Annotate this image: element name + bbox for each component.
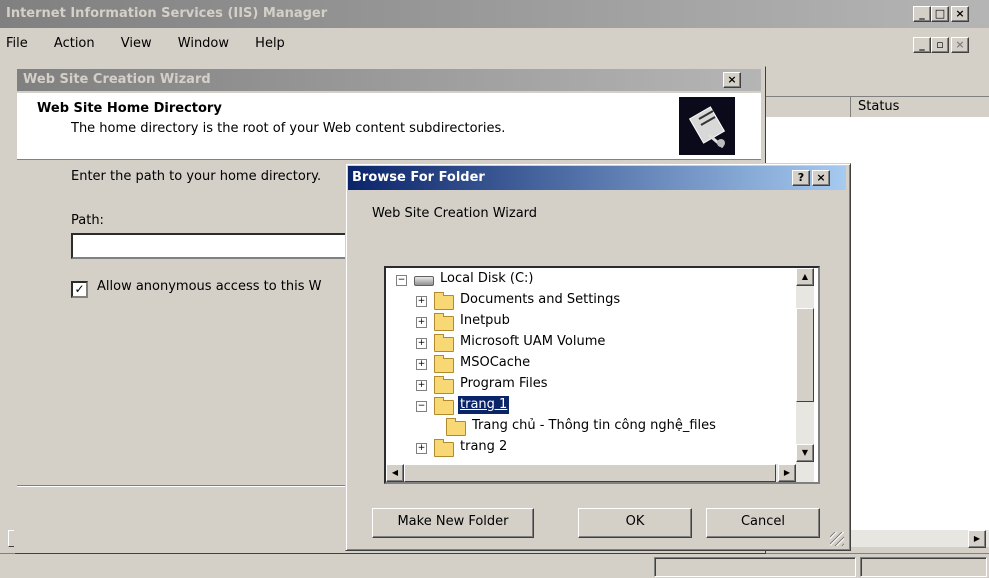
tree-scroll-thumb[interactable] [796, 308, 814, 402]
iis-left-icon-fragment [0, 62, 10, 76]
menu-help[interactable]: Help [255, 36, 285, 51]
menu-action[interactable]: Action [54, 36, 95, 51]
folder-icon [434, 292, 454, 310]
collapse-icon[interactable]: − [416, 401, 427, 412]
tree-item[interactable]: − Local Disk (C:) [386, 270, 796, 290]
tree-scroll-up-arrow[interactable]: ▲ [796, 268, 814, 286]
tree-item-label: Inetpub [460, 313, 510, 328]
cancel-button[interactable]: Cancel [706, 508, 820, 538]
tree-scroll-right-arrow[interactable]: ▶ [778, 464, 796, 482]
tree-item-label: Trang chủ - Thông tin công nghệ_files [472, 418, 716, 433]
path-input[interactable] [71, 233, 365, 259]
iis-minimize-button[interactable]: _ [913, 6, 931, 22]
tree-vscrollbar[interactable]: ▲ ▼ [796, 268, 814, 464]
folder-icon [434, 334, 454, 352]
browse-title-bar: Browse For Folder ? × [348, 166, 846, 190]
resize-grip[interactable] [830, 532, 844, 546]
ok-button[interactable]: OK [578, 508, 692, 538]
collapse-icon[interactable]: − [396, 275, 407, 286]
tree-item-label: Program Files [460, 376, 548, 391]
iis-title-bar: Internet Information Services (IIS) Mana… [0, 0, 989, 28]
tree-hscroll-thumb[interactable] [404, 464, 776, 482]
menu-window[interactable]: Window [178, 36, 229, 51]
wizard-title-bar: Web Site Creation Wizard × [17, 69, 761, 91]
expand-icon[interactable]: + [416, 380, 427, 391]
iis-close-button[interactable]: × [951, 6, 969, 22]
wizard-subheading: The home directory is the root of your W… [71, 121, 506, 136]
drive-icon [414, 276, 434, 286]
path-label: Path: [71, 213, 104, 228]
folder-open-icon [434, 397, 454, 415]
browse-help-button[interactable]: ? [792, 170, 810, 186]
expand-icon[interactable]: + [416, 296, 427, 307]
tree-item-label: trang 1 [456, 395, 511, 415]
iis-list-header: Status [762, 96, 989, 118]
folder-icon [434, 313, 454, 331]
wizard-close-button[interactable]: × [723, 72, 741, 88]
folder-tree[interactable]: − Local Disk (C:) + Documents and Settings +… [384, 266, 820, 484]
tree-item[interactable]: − trang 1 [386, 395, 796, 416]
folder-icon [446, 418, 466, 436]
tree-item-label: trang 2 [460, 439, 508, 454]
folder-icon [434, 376, 454, 394]
anonymous-access-checkbox[interactable]: ✓ [71, 281, 88, 298]
iis-title: Internet Information Services (IIS) Mana… [6, 6, 328, 21]
scroll-right-arrow[interactable]: ▶ [968, 530, 986, 548]
expand-icon[interactable]: + [416, 443, 427, 454]
tree-item[interactable]: + trang 2 [386, 438, 796, 458]
status-column-header[interactable]: Status [858, 99, 899, 114]
anonymous-access-label: Allow anonymous access to this W [97, 279, 322, 294]
tree-item[interactable]: + Inetpub [386, 312, 796, 332]
tree-item[interactable]: Trang chủ - Thông tin công nghệ_files [386, 417, 796, 437]
tree-item[interactable]: + MSOCache [386, 354, 796, 374]
tree-item-label: Microsoft UAM Volume [460, 334, 606, 349]
wizard-instruction: Enter the path to your home directory. [71, 169, 322, 184]
expand-icon[interactable]: + [416, 338, 427, 349]
browse-title: Browse For Folder [352, 170, 485, 185]
tree-hscrollbar[interactable]: ◀ ▶ [386, 464, 814, 482]
wizard-title: Web Site Creation Wizard [23, 72, 211, 87]
browse-close-button[interactable]: × [812, 170, 830, 186]
tree-item-label: Documents and Settings [460, 292, 621, 307]
tree-item[interactable]: + Microsoft UAM Volume [386, 333, 796, 353]
iis-hscrollbar[interactable]: ▶ [848, 530, 989, 548]
tree-item[interactable]: + Documents and Settings [386, 291, 796, 311]
expand-icon[interactable]: + [416, 359, 427, 370]
make-new-folder-button[interactable]: Make New Folder [372, 508, 534, 538]
iis-status-bar [0, 553, 989, 578]
iis-menu-bar: File Action View Window Help _ ▫ × [0, 30, 989, 58]
tree-item-label: Local Disk (C:) [440, 271, 534, 286]
menu-file[interactable]: File [6, 36, 28, 51]
expand-icon[interactable]: + [416, 317, 427, 328]
menu-view[interactable]: View [121, 36, 152, 51]
folder-icon [434, 439, 454, 457]
wizard-icon [679, 97, 735, 155]
browse-folder-dialog: Browse For Folder ? × Web Site Creation … [345, 163, 851, 551]
wizard-header-panel: Web Site Home Directory The home directo… [17, 93, 761, 160]
tree-scroll-down-arrow[interactable]: ▼ [796, 444, 814, 462]
browse-description: Web Site Creation Wizard [372, 206, 538, 221]
tree-item[interactable]: + Program Files [386, 375, 796, 395]
wizard-heading: Web Site Home Directory [37, 101, 222, 116]
mdi-close-button[interactable]: × [951, 37, 969, 53]
mdi-restore-button[interactable]: ▫ [931, 37, 949, 53]
iis-maximize-button[interactable]: □ [931, 6, 949, 22]
tree-item-label: MSOCache [460, 355, 531, 370]
tree-scroll-left-arrow[interactable]: ◀ [386, 464, 404, 482]
mdi-minimize-button[interactable]: _ [913, 37, 931, 53]
folder-icon [434, 355, 454, 373]
